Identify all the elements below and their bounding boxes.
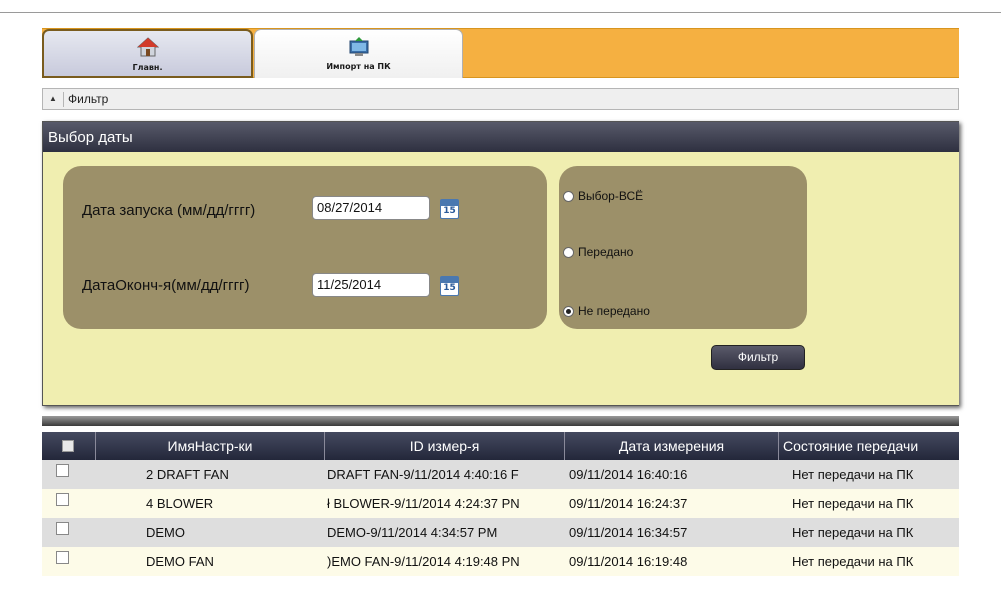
radio-button[interactable] [563, 191, 574, 202]
cell-measurement-date: 09/11/2014 16:19:48 [569, 554, 688, 569]
panel-title-bar: Выбор даты [43, 122, 959, 152]
transfer-status-group: Выбор-ВСЁ Передано Не передано [559, 166, 807, 329]
table-row[interactable]: DEMO DEMO-9/11/2014 4:34:57 PM 09/11/201… [42, 518, 959, 547]
end-date-label: ДатаОконч-я(мм/дд/гггг) [82, 277, 250, 294]
cell-measurement-id: ł BLOWER-9/11/2014 4:24:37 PN [327, 496, 520, 511]
filter-section-header[interactable]: ▲ Фильтр [42, 88, 959, 110]
select-all-checkbox[interactable] [62, 440, 74, 452]
select-all-header-cell [42, 432, 96, 460]
table-row[interactable]: DEMO FAN )EMO FAN-9/11/2014 4:19:48 PN 0… [42, 547, 959, 576]
cell-measurement-date: 09/11/2014 16:34:57 [569, 525, 688, 540]
column-header-transfer-status[interactable]: Состояние передачи [779, 432, 959, 460]
header-divider [63, 92, 64, 107]
cell-setup-name: 4 BLOWER [146, 496, 214, 511]
cell-measurement-date: 09/11/2014 16:24:37 [569, 496, 688, 511]
column-header-setup-name[interactable]: ИмяНастр-ки [96, 432, 325, 460]
cell-transfer-status: Нет передачи на ПК [792, 467, 914, 482]
radio-button[interactable] [563, 247, 574, 258]
end-date-input[interactable]: 11/25/2014 [312, 273, 430, 297]
date-range-group: Дата запуска (мм/дд/гггг) 08/27/2014 15 … [63, 166, 547, 329]
computer-import-icon [348, 36, 370, 62]
section-splitter[interactable] [42, 416, 959, 426]
tab-import-to-pc[interactable]: Импорт на ПК [254, 29, 463, 78]
tab-bar: Главн. Импорт на ПК [42, 28, 959, 78]
radio-button-selected[interactable] [563, 306, 574, 317]
table-row[interactable]: 4 BLOWER ł BLOWER-9/11/2014 4:24:37 PN 0… [42, 489, 959, 518]
row-checkbox[interactable] [56, 493, 69, 506]
calendar-day-number: 15 [443, 283, 456, 293]
radio-label: Выбор-ВСЁ [578, 189, 644, 203]
row-checkbox[interactable] [56, 464, 69, 477]
radio-label: Передано [578, 245, 634, 259]
cell-measurement-date: 09/11/2014 16:40:16 [569, 467, 688, 482]
cell-measurement-id: DEMO-9/11/2014 4:34:57 PM [327, 525, 498, 540]
cell-transfer-status: Нет передачи на ПК [792, 496, 914, 511]
calendar-icon[interactable]: 15 [440, 199, 459, 219]
calendar-icon[interactable]: 15 [440, 276, 459, 296]
table-row[interactable]: 2 DRAFT FAN DRAFT FAN-9/11/2014 4:40:16 … [42, 460, 959, 489]
column-header-measurement-date[interactable]: Дата измерения [565, 432, 779, 460]
filter-section-title: Фильтр [68, 92, 109, 106]
table-header: ИмяНастр-ки ID измер-я Дата измерения Со… [42, 432, 959, 460]
filter-button[interactable]: Фильтр [711, 345, 805, 370]
radio-label: Не передано [578, 304, 650, 318]
top-divider [0, 12, 1001, 13]
cell-setup-name: 2 DRAFT FAN [146, 467, 229, 482]
tab-import-label: Импорт на ПК [326, 62, 391, 71]
row-checkbox[interactable] [56, 522, 69, 535]
tab-home[interactable]: Главн. [42, 29, 253, 78]
filter-panel: Выбор даты Дата запуска (мм/дд/гггг) 08/… [42, 121, 959, 406]
cell-measurement-id: )EMO FAN-9/11/2014 4:19:48 PN [327, 554, 520, 569]
row-checkbox[interactable] [56, 551, 69, 564]
calendar-day-number: 15 [443, 206, 456, 216]
cell-setup-name: DEMO FAN [146, 554, 214, 569]
start-date-label: Дата запуска (мм/дд/гггг) [82, 202, 256, 219]
home-icon [136, 37, 159, 61]
cell-transfer-status: Нет передачи на ПК [792, 554, 914, 569]
collapse-arrow-icon[interactable]: ▲ [47, 93, 59, 105]
column-header-measurement-id[interactable]: ID измер-я [325, 432, 565, 460]
cell-setup-name: DEMO [146, 525, 185, 540]
tab-home-label: Главн. [132, 63, 163, 72]
panel-title: Выбор даты [48, 129, 133, 146]
cell-measurement-id: DRAFT FAN-9/11/2014 4:40:16 F [327, 467, 519, 482]
cell-transfer-status: Нет передачи на ПК [792, 525, 914, 540]
start-date-input[interactable]: 08/27/2014 [312, 196, 430, 220]
